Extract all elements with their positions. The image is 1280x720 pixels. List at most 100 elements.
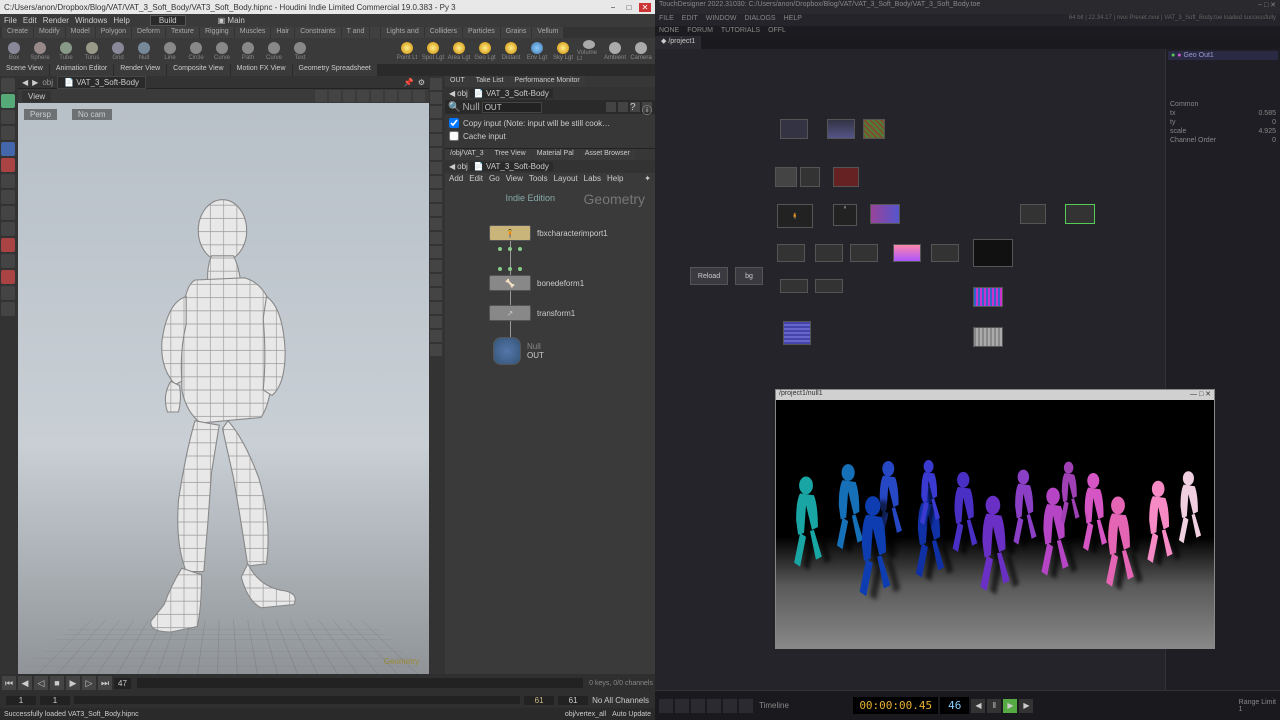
node-bonedeform[interactable]: 🦴bonedeform1 <box>489 275 584 291</box>
path-field[interactable]: 📄 VAT_3_Soft-Body <box>57 76 146 89</box>
reload-button[interactable]: Reload <box>690 267 728 285</box>
tool-distant[interactable]: Distant <box>499 40 523 62</box>
current-frame[interactable]: 47 <box>114 678 131 689</box>
shelf-tab[interactable]: Texture <box>166 27 199 38</box>
tool-skylight[interactable]: Sky Lgt <box>551 40 575 62</box>
td-node[interactable] <box>863 119 885 139</box>
move-tool-icon[interactable] <box>1 110 15 124</box>
td-node[interactable] <box>931 244 959 262</box>
tool-grid[interactable]: Grid <box>106 40 130 62</box>
vp-icon[interactable] <box>385 90 397 102</box>
tool-icon[interactable] <box>1 286 15 300</box>
td-node[interactable] <box>870 204 900 224</box>
stop-icon[interactable]: ■ <box>50 676 64 690</box>
3d-viewport[interactable]: Persp No cam <box>18 103 429 674</box>
tool-icon[interactable] <box>1 270 15 284</box>
np-tab[interactable]: /obj/VAT_3 <box>445 149 489 160</box>
display-opt-icon[interactable] <box>430 176 442 188</box>
td-menu-edit[interactable]: EDIT <box>682 15 698 25</box>
pin-icon[interactable]: 📌 <box>404 78 414 87</box>
shelf-tab[interactable]: Model <box>66 27 95 38</box>
td-node-selected[interactable] <box>1065 204 1095 224</box>
tumble-tool-icon[interactable] <box>1 94 15 108</box>
td-menu-dialogs[interactable]: DIALOGS <box>744 15 775 25</box>
pane-header[interactable]: ●● Geo Out1 <box>1168 51 1278 60</box>
td-node[interactable]: 🧍 <box>777 204 813 228</box>
window-max-icon[interactable]: □ <box>623 3 635 12</box>
build-dropdown[interactable]: Build <box>150 15 186 26</box>
window-close-icon[interactable]: ✕ <box>639 3 651 12</box>
tool-path[interactable]: Path <box>236 40 260 62</box>
shelf-tab[interactable]: T and <box>342 27 370 38</box>
tool-icon[interactable] <box>1 254 15 268</box>
menu-edit[interactable]: Edit <box>23 16 37 25</box>
shelf-tab[interactable]: Deform <box>132 27 165 38</box>
display-opt-icon[interactable] <box>430 162 442 174</box>
td-node[interactable] <box>833 167 859 187</box>
vp-icon[interactable] <box>315 90 327 102</box>
bg-button[interactable]: bg <box>735 267 763 285</box>
td-node[interactable] <box>973 287 1003 307</box>
menu-render[interactable]: Render <box>43 16 69 25</box>
window-min-icon[interactable]: − <box>607 3 619 12</box>
tool-spotlight[interactable]: Spot Lgt <box>421 40 445 62</box>
td-node[interactable] <box>780 119 808 139</box>
display-opt-icon[interactable] <box>430 218 442 230</box>
display-opt-icon[interactable] <box>430 78 442 90</box>
brush-tool-icon[interactable] <box>1 190 15 204</box>
td-tl-icon[interactable] <box>675 699 689 713</box>
display-opt-icon[interactable] <box>430 260 442 272</box>
scale-tool-icon[interactable] <box>1 142 15 156</box>
td-node[interactable] <box>783 321 811 345</box>
td-node[interactable]: ⏸ <box>833 204 857 226</box>
tool-curve2[interactable]: Curve <box>262 40 286 62</box>
np-menu-labs[interactable]: Labs <box>584 174 601 184</box>
td-node[interactable] <box>893 244 921 262</box>
copy-input-checkbox[interactable]: Copy input (Note: input will be still co… <box>449 118 651 128</box>
display-opt-icon[interactable] <box>430 232 442 244</box>
td-node[interactable] <box>973 239 1013 267</box>
tool-curve[interactable]: Curve <box>210 40 234 62</box>
tab-geo-spread[interactable]: Geometry Spreadsheet <box>293 64 377 76</box>
tab-scene-view[interactable]: Scene View <box>0 64 49 76</box>
gear-icon[interactable]: ⚙ <box>418 78 425 87</box>
shelf-tab[interactable]: Polygon <box>96 27 131 38</box>
td-node[interactable] <box>1020 204 1046 224</box>
np-tab[interactable]: Material Pal <box>532 149 579 160</box>
np-tab[interactable]: Asset Browser <box>580 149 635 160</box>
tool-icon[interactable] <box>1 302 15 316</box>
display-opt-icon[interactable] <box>430 120 442 132</box>
rotate-tool-icon[interactable] <box>1 126 15 140</box>
sel-mode[interactable]: obj/vertex_all <box>565 711 606 718</box>
shelf-tab[interactable]: Colliders <box>425 27 462 38</box>
td-node[interactable] <box>780 279 808 293</box>
vp-icon[interactable] <box>413 90 425 102</box>
tool-box[interactable]: Box <box>2 40 26 62</box>
vp-icon[interactable] <box>357 90 369 102</box>
timecode[interactable]: 00:00:00.45 <box>853 697 938 714</box>
td-node[interactable] <box>850 244 878 262</box>
menu-windows[interactable]: Windows <box>75 16 107 25</box>
menu-file[interactable]: File <box>4 16 17 25</box>
display-opt-icon[interactable] <box>430 204 442 216</box>
vp-icon[interactable] <box>371 90 383 102</box>
shelf-tab[interactable]: Rigging <box>200 27 234 38</box>
record-tool-icon[interactable] <box>1 238 15 252</box>
node-fbxcharacterimport[interactable]: 🧍fbxcharacterimport1 <box>489 225 608 241</box>
search-icon[interactable]: 🔍 <box>448 102 460 113</box>
node-transform[interactable]: ↗transform1 <box>489 305 575 321</box>
nav-back-icon[interactable]: ◀ <box>449 162 455 171</box>
shelf-tab[interactable]: Hair <box>271 27 294 38</box>
play-icon[interactable]: ▶ <box>1003 699 1017 713</box>
view-label[interactable]: View <box>22 91 51 102</box>
td-tl-icon[interactable] <box>659 699 673 713</box>
step-fwd-icon[interactable]: ▷ <box>82 676 96 690</box>
render-viewer[interactable]: /project1/null1 — □ ✕ <box>775 389 1215 649</box>
td-tl-icon[interactable] <box>707 699 721 713</box>
tab-out[interactable]: OUT <box>445 76 470 87</box>
td-menu-file[interactable]: FILE <box>659 15 674 25</box>
play-icon[interactable]: ▶ <box>66 676 80 690</box>
td-tl-icon[interactable] <box>739 699 753 713</box>
tool-ambient[interactable]: Ambient <box>603 40 627 62</box>
info-icon[interactable]: ⓘ <box>642 102 652 112</box>
